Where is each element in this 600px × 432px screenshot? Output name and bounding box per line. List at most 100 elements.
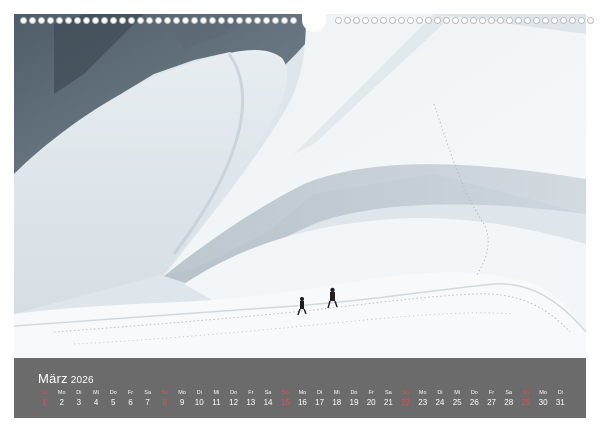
weekday-label: Do — [470, 390, 478, 396]
binding-hole — [380, 17, 387, 24]
calendar-day: Fr 13 — [242, 389, 259, 408]
calendar-page: März 2026 So 1 Mo 2 Di 3 Mi 4 Do 5 Fr 6 Sa 7 So 8 Mo 9 Di 10… — [0, 0, 600, 432]
day-number: 28 — [504, 398, 514, 407]
spiral-binding — [14, 10, 594, 32]
weekday-label: Mo — [418, 390, 427, 396]
weekday-label: Mi — [454, 390, 461, 396]
calendar-day: Mo 23 — [414, 389, 431, 408]
calendar-day: Fr 6 — [122, 389, 139, 408]
day-number: 21 — [383, 398, 393, 407]
month-name: März — [38, 371, 68, 386]
weekday-label: Mo — [539, 390, 547, 396]
weekday-label: Sa — [264, 390, 272, 396]
calendar-day: Mo 16 — [294, 389, 311, 408]
weekday-label: Di — [557, 390, 563, 396]
weekday-label: Sa — [384, 390, 392, 396]
weekday-label: Mo — [178, 390, 186, 396]
binding-hole — [92, 17, 99, 24]
calendar-day: Sa 21 — [380, 389, 397, 408]
binding-hole — [236, 17, 243, 24]
binding-hole — [164, 17, 171, 24]
binding-hole — [65, 17, 72, 24]
binding-hole — [398, 17, 405, 24]
binding-hole — [47, 17, 54, 24]
weekday-label: Do — [350, 390, 358, 396]
calendar-day: Mo 2 — [53, 389, 70, 408]
binding-hole — [344, 17, 351, 24]
binding-hole — [290, 17, 297, 24]
calendar-day: Do 19 — [345, 389, 362, 408]
binding-hole — [263, 17, 270, 24]
binding-hole — [452, 17, 459, 24]
weekday-label: Di — [437, 390, 443, 396]
binding-hole — [515, 17, 522, 24]
binding-hole — [542, 17, 549, 24]
day-number: 11 — [212, 398, 221, 407]
calendar-day: Do 5 — [105, 389, 122, 408]
weekday-label: Fr — [248, 390, 254, 396]
binding-hole — [110, 17, 117, 24]
binding-hole — [461, 17, 468, 24]
binding-hole — [533, 17, 540, 24]
binding-hole — [488, 17, 495, 24]
calendar-day: Mi 11 — [208, 389, 225, 408]
calendar-day: Mi 25 — [449, 389, 466, 408]
weekday-label: Di — [196, 390, 202, 396]
day-number: 22 — [401, 398, 411, 407]
binding-hole — [578, 17, 585, 24]
binding-hole — [371, 17, 378, 24]
calendar-day: So 1 — [36, 389, 53, 408]
day-number: 30 — [538, 398, 548, 407]
binding-hole — [119, 17, 126, 24]
weekday-label: So — [41, 390, 48, 396]
weekday-label: Sa — [144, 390, 152, 396]
day-number: 17 — [315, 398, 325, 407]
day-number: 10 — [194, 398, 204, 407]
calendar-day: Mi 4 — [88, 389, 105, 408]
calendar-day: Di 24 — [431, 389, 448, 408]
binding-hole — [416, 17, 423, 24]
calendar-day: Sa 28 — [500, 389, 517, 408]
binding-hole — [407, 17, 414, 24]
calendar-day: Fr 20 — [363, 389, 380, 408]
day-number: 26 — [469, 398, 479, 407]
day-number: 18 — [332, 398, 342, 407]
weekday-label: So — [281, 390, 289, 396]
day-number: 19 — [349, 398, 359, 407]
day-number: 12 — [229, 398, 239, 407]
day-number: 2 — [59, 398, 64, 407]
weekday-label: Mi — [93, 390, 99, 396]
weekday-label: Fr — [488, 390, 495, 396]
binding-hole — [146, 17, 153, 24]
binding-hole — [470, 17, 477, 24]
binding-hole — [443, 17, 450, 24]
weekday-label: So — [161, 390, 169, 396]
day-number: 15 — [280, 398, 290, 407]
calendar-day: Di 10 — [191, 389, 208, 408]
binding-hole — [227, 17, 234, 24]
binding-hole — [245, 17, 252, 24]
day-number: 25 — [452, 398, 462, 407]
binding-hole — [209, 17, 216, 24]
weekday-label: Di — [316, 390, 323, 396]
calendar-day: So 29 — [517, 389, 534, 408]
calendar-day: Mo 30 — [535, 389, 552, 408]
day-number: 23 — [418, 398, 428, 407]
binding-hole — [434, 17, 441, 24]
binding-hole — [218, 17, 225, 24]
calendar-day: Do 12 — [225, 389, 242, 408]
day-number: 16 — [297, 398, 307, 407]
binding-hole — [200, 17, 207, 24]
day-number: 5 — [111, 398, 116, 407]
day-number: 24 — [435, 398, 445, 407]
binding-hole — [551, 17, 558, 24]
binding-hole — [29, 17, 36, 24]
calendar-day: Fr 27 — [483, 389, 500, 408]
day-number: 31 — [555, 398, 565, 407]
calendar-day: Di 31 — [552, 389, 569, 408]
binding-hole — [479, 17, 486, 24]
weekday-label: Mo — [57, 390, 66, 396]
binding-hole — [20, 17, 27, 24]
weekday-label: Fr — [368, 390, 374, 396]
day-number: 7 — [145, 398, 150, 407]
